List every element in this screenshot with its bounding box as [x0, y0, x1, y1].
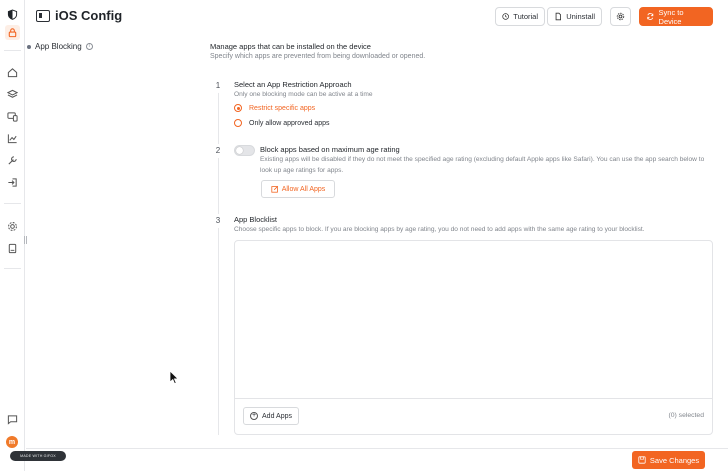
page-title: iOS Config	[55, 8, 123, 23]
uninstall-button[interactable]: Uninstall	[547, 7, 602, 26]
gear-icon	[616, 12, 625, 21]
step-number: 1	[211, 79, 225, 93]
app-blocklist-panel: + Add Apps (0) selected	[234, 240, 713, 435]
sync-icon	[647, 13, 654, 20]
rail-divider	[4, 268, 21, 269]
layers-icon[interactable]	[5, 87, 20, 102]
ios-config-icon	[36, 10, 50, 22]
radio-restrict-specific-apps[interactable]: Restrict specific apps	[234, 104, 315, 112]
step-connector	[218, 88, 219, 435]
footer-divider	[26, 448, 728, 449]
lock-icon[interactable]	[5, 25, 20, 40]
sync-label: Sync to Device	[658, 7, 684, 26]
bullet-icon	[27, 44, 31, 49]
book-icon[interactable]	[5, 241, 20, 256]
add-apps-button[interactable]: + Add Apps	[243, 407, 299, 425]
resize-handle[interactable]	[24, 236, 27, 244]
step3-description: Choose specific apps to block. If you ar…	[234, 226, 645, 233]
age-rating-toggle[interactable]	[234, 145, 255, 156]
save-changes-button[interactable]: Save Changes	[632, 451, 705, 469]
chart-icon[interactable]	[5, 131, 20, 146]
clock-icon	[502, 13, 509, 20]
edit-icon	[271, 185, 278, 193]
tools-icon[interactable]	[5, 153, 20, 168]
selected-count: (0) selected	[668, 412, 704, 419]
radio-unselected-icon[interactable]	[234, 119, 242, 127]
settings-icon[interactable]	[5, 219, 20, 234]
chat-icon[interactable]	[5, 412, 20, 427]
blocklist-footer: + Add Apps (0) selected	[235, 398, 712, 434]
mouse-cursor-icon	[169, 370, 179, 385]
step-number: 3	[211, 214, 225, 228]
rail-divider	[4, 50, 21, 51]
allow-all-apps-button[interactable]: Allow All Apps	[261, 180, 335, 198]
section-nav-label: App Blocking	[35, 42, 82, 51]
plus-circle-icon: +	[250, 412, 259, 420]
sidebar-rail: m	[0, 0, 25, 471]
settings-button[interactable]	[610, 7, 631, 26]
devices-icon[interactable]	[5, 109, 20, 124]
save-icon	[638, 456, 646, 464]
step3-heading: App Blocklist	[234, 215, 277, 224]
made-with-gifox-badge: MADE WITH GIFOX	[10, 451, 66, 461]
tutorial-label: Tutorial	[513, 12, 538, 21]
shield-logo-icon[interactable]	[5, 7, 20, 22]
uninstall-label: Uninstall	[566, 12, 595, 21]
save-changes-label: Save Changes	[649, 455, 700, 465]
step2-description: Existing apps will be disabled if they d…	[260, 156, 705, 174]
tutorial-button[interactable]: Tutorial	[495, 7, 545, 26]
radio-only-allow-approved-apps[interactable]: Only allow approved apps	[234, 119, 330, 127]
allow-all-label: Allow All Apps	[281, 185, 326, 193]
section-nav-item-app-blocking[interactable]: App Blocking i	[27, 42, 93, 51]
add-apps-label: Add Apps	[262, 412, 292, 420]
info-icon[interactable]: i	[85, 43, 93, 50]
sync-to-device-button[interactable]: Sync to Device	[639, 7, 713, 26]
radio-selected-icon[interactable]	[234, 104, 242, 112]
step1-heading: Select an App Restriction Approach	[234, 80, 352, 89]
step-number: 2	[211, 144, 225, 158]
main-subtitle: Specify which apps are prevented from be…	[210, 53, 426, 60]
main-title: Manage apps that can be installed on the…	[210, 42, 371, 51]
rail-divider	[4, 203, 21, 204]
login-icon[interactable]	[5, 175, 20, 190]
radio-label: Restrict specific apps	[249, 104, 316, 112]
avatar[interactable]: m	[6, 436, 18, 448]
home-icon[interactable]	[5, 65, 20, 80]
step2-heading: Block apps based on maximum age rating	[260, 145, 400, 154]
file-icon	[555, 12, 561, 21]
step1-description: Only one blocking mode can be active at …	[234, 91, 373, 98]
radio-label: Only allow approved apps	[249, 119, 330, 127]
